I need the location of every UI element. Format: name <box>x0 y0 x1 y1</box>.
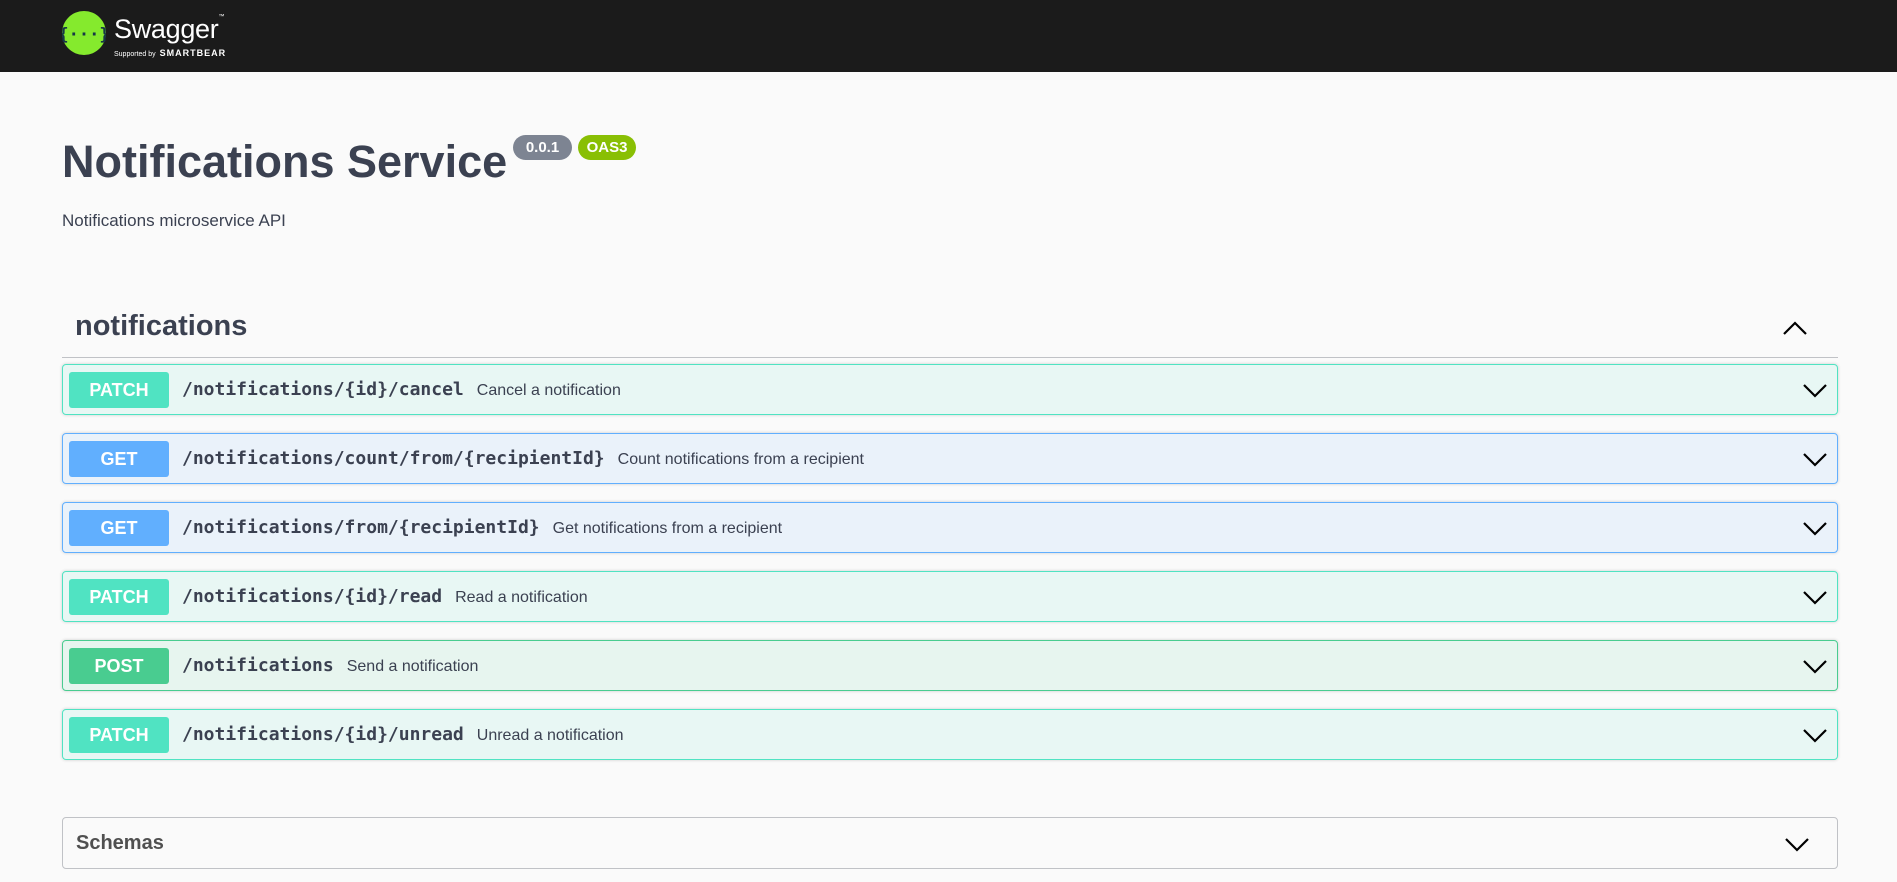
chevron-down-icon[interactable] <box>1801 446 1829 472</box>
operation-summary: Count notifications from a recipient <box>617 451 864 468</box>
method-badge: PATCH <box>69 372 169 408</box>
path-text: /notifications/count/from/{recipientId} <box>182 448 605 469</box>
path-text: /notifications/{id}/cancel <box>182 379 464 400</box>
chevron-up-icon[interactable] <box>1782 315 1808 341</box>
oas-badge: OAS3 <box>578 135 636 160</box>
tag-name: notifications <box>75 310 248 342</box>
smartbear-tagline: Supported by SMARTBEAR <box>114 48 226 58</box>
method-badge: PATCH <box>69 717 169 753</box>
svg-text:{···}: {···} <box>62 25 106 45</box>
operation-patch-unread[interactable]: PATCH /notifications/{id}/unread Unread a… <box>62 709 1838 760</box>
swagger-wordmark: Swagger™ <box>114 14 225 44</box>
path-text: /notifications/{id}/read <box>182 586 443 607</box>
smartbear-text: SMARTBEAR <box>159 48 227 58</box>
chevron-down-icon[interactable] <box>1801 722 1829 748</box>
swagger-logo-icon: {···} <box>62 11 106 55</box>
operation-path: /notifications/{id}/cancel Cancel a notif… <box>182 379 621 400</box>
operation-get-count[interactable]: GET /notifications/count/from/{recipient… <box>62 433 1838 484</box>
operation-summary: Read a notification <box>455 589 588 606</box>
supported-by-text: Supported by <box>114 51 156 58</box>
path-text: /notifications/{id}/unread <box>182 724 464 745</box>
operation-path: /notifications/from/{recipientId} Get not… <box>182 517 782 538</box>
schemas-title: Schemas <box>76 832 164 854</box>
path-text: /notifications <box>182 655 334 676</box>
operation-patch-cancel[interactable]: PATCH /notifications/{id}/cancel Cancel a… <box>62 364 1838 415</box>
operation-path: /notifications/{id}/read Read a notificat… <box>182 586 588 607</box>
method-badge: POST <box>69 648 169 684</box>
chevron-down-icon[interactable] <box>1783 831 1811 857</box>
operation-get-from[interactable]: GET /notifications/from/{recipientId} Get… <box>62 502 1838 553</box>
operation-post-send[interactable]: POST /notifications Send a notification <box>62 640 1838 691</box>
operation-patch-read[interactable]: PATCH /notifications/{id}/read Read a not… <box>62 571 1838 622</box>
operation-summary: Send a notification <box>346 658 479 675</box>
chevron-down-icon[interactable] <box>1801 584 1829 610</box>
path-text: /notifications/from/{recipientId} <box>182 517 540 538</box>
method-badge: GET <box>69 510 169 546</box>
chevron-down-icon[interactable] <box>1801 653 1829 679</box>
topbar: {···} Swagger™ Supported by SMARTBEAR <box>0 0 1897 72</box>
method-badge: PATCH <box>69 579 169 615</box>
chevron-down-icon[interactable] <box>1801 515 1829 541</box>
operation-path: /notifications/count/from/{recipientId} C… <box>182 448 864 469</box>
operation-path: /notifications Send a notification <box>182 655 478 676</box>
chevron-down-icon[interactable] <box>1801 377 1829 403</box>
api-title: Notifications Service <box>62 136 508 187</box>
api-description: Notifications microservice API <box>62 211 286 230</box>
operation-path: /notifications/{id}/unread Unread a notif… <box>182 724 624 745</box>
version-badge: 0.0.1 <box>513 135 572 160</box>
operation-summary: Get notifications from a recipient <box>552 520 783 537</box>
tag-header-notifications[interactable]: notifications <box>62 300 1838 358</box>
operation-summary: Unread a notification <box>476 727 624 744</box>
operation-summary: Cancel a notification <box>476 382 621 399</box>
method-badge: GET <box>69 441 169 477</box>
schemas-section[interactable]: Schemas <box>62 817 1838 869</box>
swagger-wordmark-text: Swagger <box>114 14 219 44</box>
